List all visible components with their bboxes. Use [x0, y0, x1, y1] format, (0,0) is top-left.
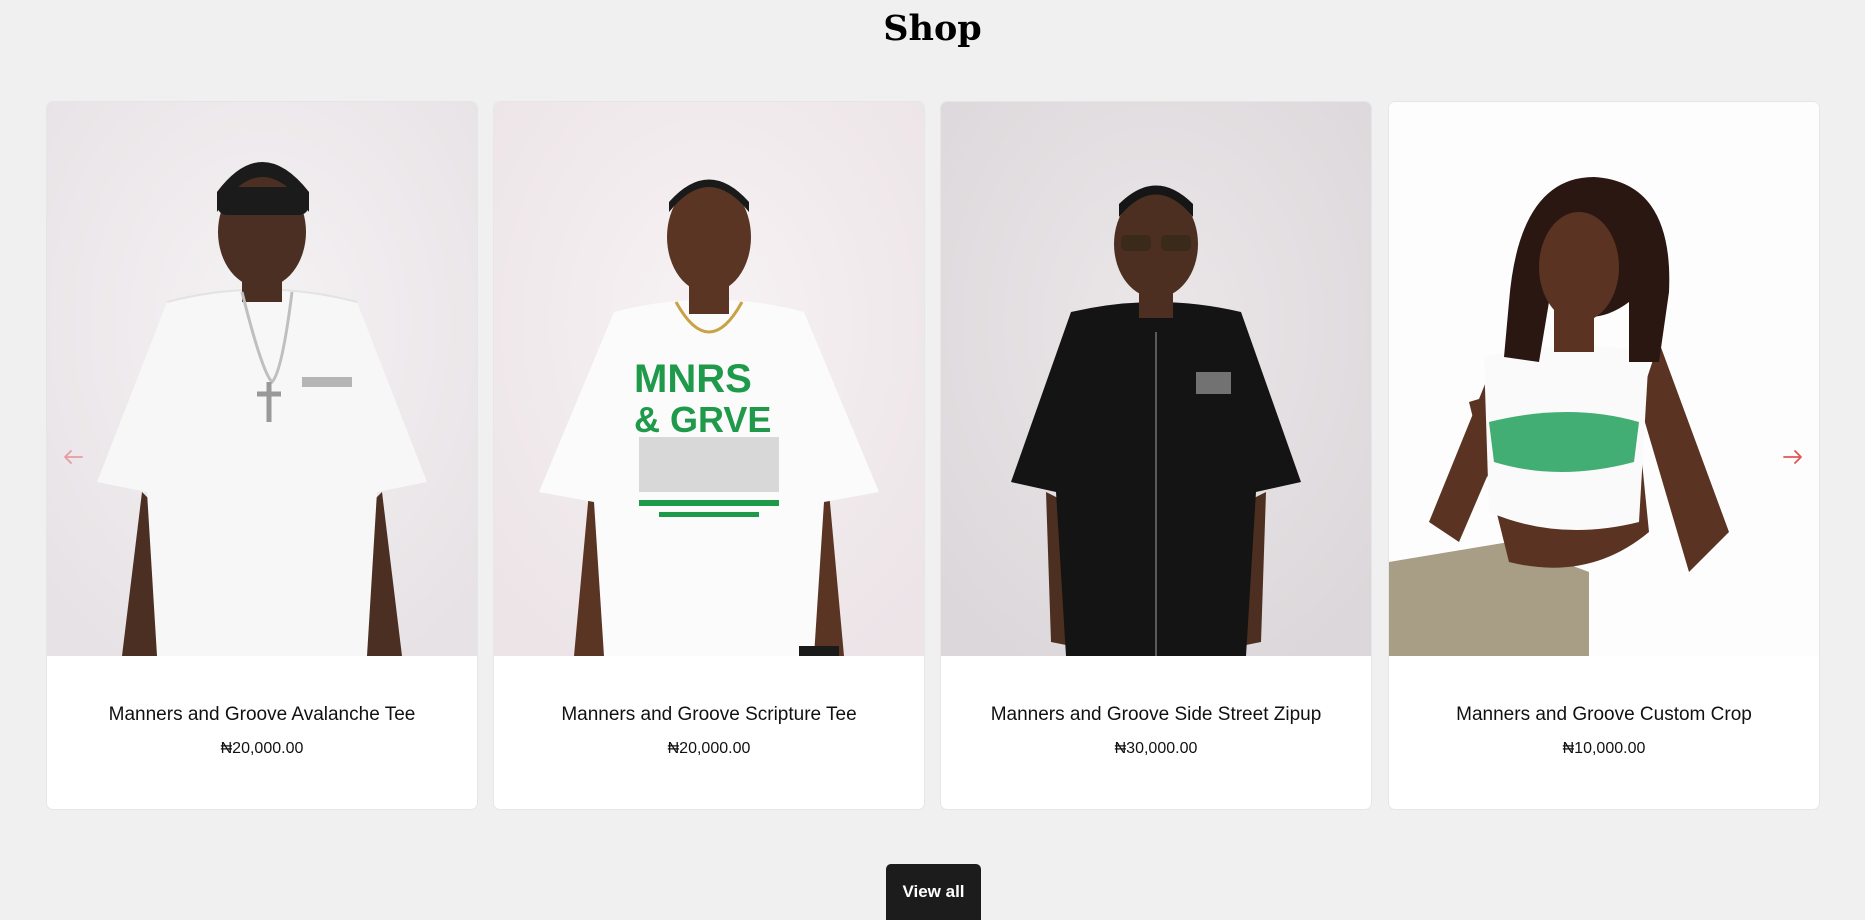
print-text-bottom: & GRVE — [634, 399, 771, 440]
product-name[interactable]: Manners and Groove Avalanche Tee — [47, 704, 477, 726]
product-card[interactable]: Manners and Groove Avalanche Tee ₦20,000… — [47, 102, 477, 809]
product-price: ₦20,000.00 — [220, 740, 304, 757]
product-image[interactable] — [1389, 102, 1819, 656]
product-carousel: Manners and Groove Avalanche Tee ₦20,000… — [47, 102, 1820, 809]
product-name[interactable]: Manners and Groove Scripture Tee — [494, 704, 924, 726]
product-image[interactable]: MNRS & GRVE — [494, 102, 924, 656]
product-card[interactable]: Manners and Groove Custom Crop ₦10,000.0… — [1389, 102, 1819, 809]
print-text-top: MNRS — [634, 357, 752, 401]
product-name[interactable]: Manners and Groove Custom Crop — [1389, 704, 1819, 726]
product-price: ₦10,000.00 — [1562, 740, 1646, 757]
product-image[interactable] — [47, 102, 477, 656]
page-title: Shop — [883, 8, 982, 49]
product-card[interactable]: Manners and Groove Side Street Zipup ₦30… — [941, 102, 1371, 809]
product-card[interactable]: MNRS & GRVE Manners and Groove Scripture… — [494, 102, 924, 809]
carousel-next-button[interactable] — [1778, 442, 1808, 472]
product-image[interactable] — [941, 102, 1371, 656]
view-all-button[interactable]: View all — [886, 864, 981, 920]
product-price: ₦30,000.00 — [1114, 740, 1198, 757]
carousel-prev-button[interactable] — [58, 442, 88, 472]
product-name[interactable]: Manners and Groove Side Street Zipup — [941, 704, 1371, 726]
arrow-right-icon — [1783, 449, 1803, 465]
arrow-left-icon — [63, 449, 83, 465]
product-price: ₦20,000.00 — [667, 740, 751, 757]
